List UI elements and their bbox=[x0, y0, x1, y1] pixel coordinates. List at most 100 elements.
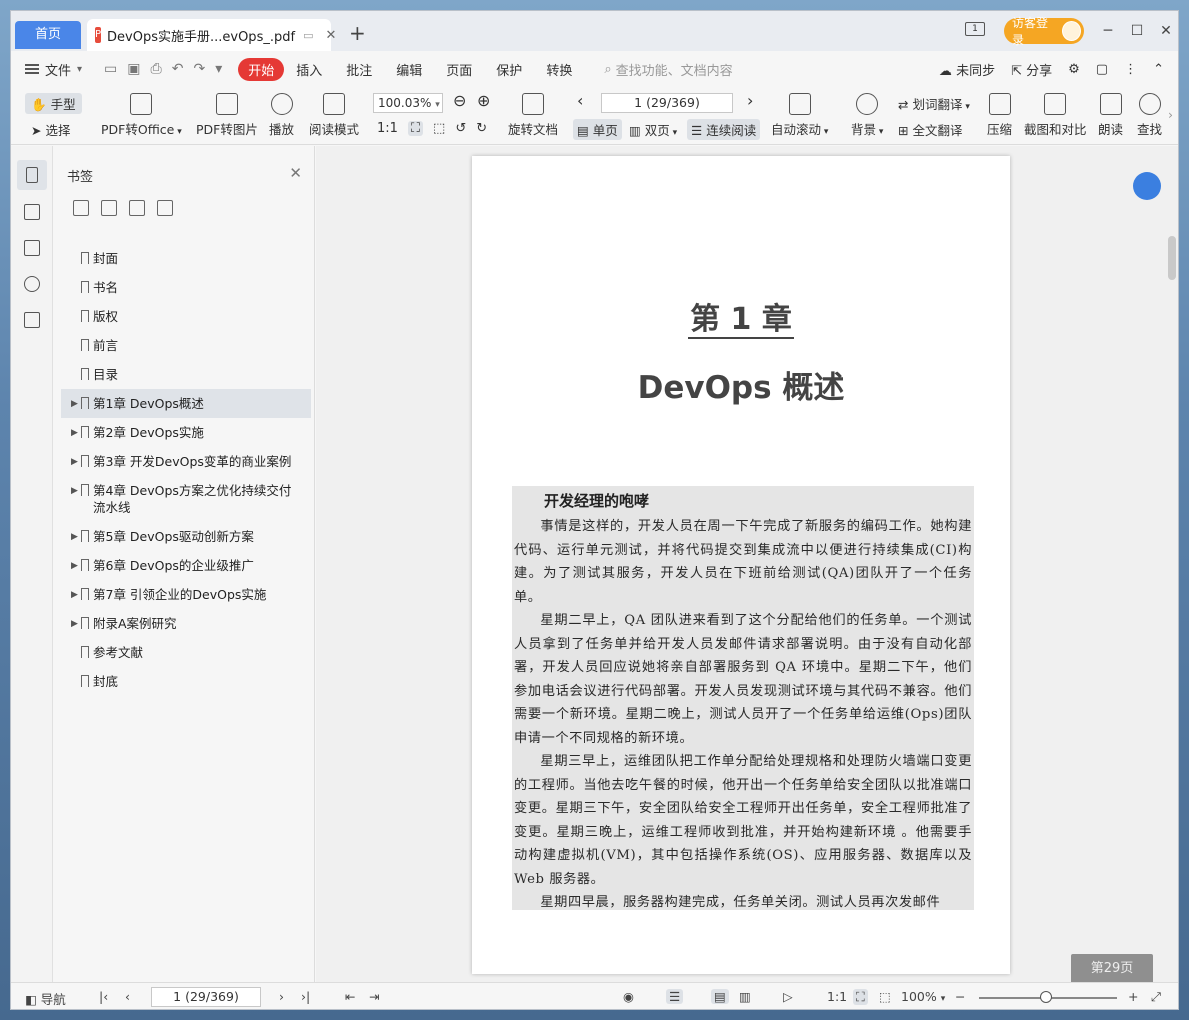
close-window-button[interactable]: ✕ bbox=[1156, 21, 1176, 41]
find-button[interactable]: 查找 bbox=[1137, 93, 1162, 138]
file-menu[interactable]: 文件 ▾ bbox=[11, 60, 94, 79]
single-page-button[interactable]: ▤ 单页 bbox=[573, 119, 622, 140]
expand-arrow-icon[interactable]: ▶ bbox=[71, 587, 78, 604]
more-icon[interactable]: ⋮ bbox=[1124, 62, 1137, 77]
bookmark-item[interactable]: ▶ 第2章 DevOps实施 bbox=[61, 418, 311, 447]
zoom-select[interactable]: 100.03% ▾ bbox=[373, 93, 443, 113]
bookmark-item[interactable]: ▶ 第7章 引领企业的DevOps实施 bbox=[61, 580, 311, 609]
read-mode-button[interactable]: 阅读模式 bbox=[309, 93, 359, 138]
play-button[interactable]: 播放 bbox=[269, 93, 294, 138]
bookmark-item[interactable]: 目录 bbox=[61, 360, 311, 389]
bookmark-item[interactable]: 书名 bbox=[61, 273, 311, 302]
first-page-icon[interactable]: |‹ bbox=[99, 989, 108, 1004]
background-button[interactable]: 背景 ▾ bbox=[851, 93, 883, 138]
status-page-input[interactable]: 1 (29/369) bbox=[151, 987, 261, 1007]
tab-home[interactable]: 首页 bbox=[15, 21, 81, 49]
select-tool-button[interactable]: ➤ 选择 bbox=[31, 120, 70, 139]
vertical-scrollbar[interactable] bbox=[1168, 236, 1176, 280]
new-tab-button[interactable]: + bbox=[349, 23, 366, 43]
double-page-mode-icon[interactable]: ▥ bbox=[739, 989, 751, 1004]
bookmark-item[interactable]: ▶ 第1章 DevOps概述 bbox=[61, 389, 311, 418]
next-page-icon[interactable]: › bbox=[279, 989, 284, 1004]
bookmark-item[interactable]: ▶ 附录A案例研究 bbox=[61, 609, 311, 638]
menu-edit[interactable]: 编辑 bbox=[384, 60, 434, 79]
minimize-button[interactable]: ─ bbox=[1098, 21, 1118, 41]
menu-annotate[interactable]: 批注 bbox=[334, 60, 384, 79]
screenshot-compare-button[interactable]: 截图和对比 bbox=[1024, 93, 1087, 138]
rotate-document-button[interactable]: 旋转文档 bbox=[508, 93, 558, 138]
undo-icon[interactable]: ↶ bbox=[172, 61, 184, 77]
close-icon[interactable]: ✕ bbox=[289, 164, 302, 182]
feature-search[interactable]: ⌕ 查找功能、文档内容 bbox=[604, 60, 732, 79]
expand-arrow-icon[interactable]: ▶ bbox=[71, 454, 78, 471]
bookmark-icon[interactable] bbox=[26, 167, 38, 183]
add-bookmark-icon[interactable] bbox=[129, 200, 145, 216]
bookmark-item[interactable]: 封底 bbox=[61, 667, 311, 696]
actual-size-icon[interactable]: 1:1 bbox=[377, 121, 398, 136]
zoom-out-icon[interactable]: − bbox=[955, 989, 965, 1004]
print-icon[interactable]: ⎙ bbox=[151, 61, 162, 77]
fit-width-icon[interactable]: ⬚ bbox=[879, 989, 891, 1004]
tab-pin-icon[interactable]: ▭ bbox=[303, 29, 313, 42]
zoom-level[interactable]: 100% ▾ bbox=[901, 989, 945, 1004]
share-button[interactable]: ⇱ 分享 bbox=[1011, 60, 1052, 79]
compress-button[interactable]: 压缩 bbox=[987, 93, 1012, 138]
window-layout-icon[interactable]: 1 bbox=[965, 22, 985, 36]
comment-icon[interactable] bbox=[24, 240, 40, 256]
word-translate-button[interactable]: ⇄ 划词翻译 ▾ bbox=[898, 94, 970, 113]
thumbnail-icon[interactable] bbox=[24, 204, 40, 220]
settings-icon[interactable]: ⚙ bbox=[1068, 62, 1080, 77]
collapse-all-icon[interactable] bbox=[101, 200, 117, 216]
forward-icon[interactable]: ⇥ bbox=[369, 989, 379, 1004]
delete-bookmark-icon[interactable] bbox=[157, 200, 173, 216]
bookmark-item[interactable]: 封面 bbox=[61, 244, 311, 273]
bookmark-item[interactable]: ▶ 第3章 开发DevOps变革的商业案例 bbox=[61, 447, 311, 476]
prev-page-icon[interactable]: ‹ bbox=[125, 989, 130, 1004]
fit-page-icon[interactable]: ⛶ bbox=[853, 989, 868, 1005]
bookmark-item[interactable]: ▶ 第6章 DevOps的企业级推广 bbox=[61, 551, 311, 580]
maximize-button[interactable]: ☐ bbox=[1127, 21, 1147, 41]
zoom-in-icon[interactable]: ⊕ bbox=[477, 91, 490, 110]
page-number-input[interactable]: 1 (29/369) bbox=[601, 93, 733, 113]
actual-size-icon[interactable]: 1:1 bbox=[827, 989, 847, 1004]
expand-arrow-icon[interactable]: ▶ bbox=[71, 425, 78, 442]
document-viewport[interactable]: 第 1 章 DevOps 概述 开发经理的咆哮 事情是这样的，开发人员在周一下午… bbox=[316, 146, 1178, 984]
single-page-mode-icon[interactable]: ▤ bbox=[711, 989, 729, 1004]
pdf-to-office-button[interactable]: PDF转Office ▾ bbox=[101, 93, 182, 138]
ribbon-more-icon[interactable]: › bbox=[1168, 107, 1173, 122]
sync-status[interactable]: ☁ 未同步 bbox=[939, 60, 995, 79]
back-icon[interactable]: ⇤ bbox=[345, 989, 355, 1004]
bookmark-item[interactable]: 参考文献 bbox=[61, 638, 311, 667]
last-page-icon[interactable]: ›| bbox=[301, 989, 310, 1004]
customize-dropdown-icon[interactable]: ▾ bbox=[215, 61, 222, 77]
signature-icon[interactable] bbox=[24, 312, 40, 328]
save-icon[interactable]: ▣ bbox=[127, 61, 140, 77]
continuous-mode-icon[interactable]: ☰ bbox=[666, 989, 684, 1004]
close-tab-icon[interactable]: ✕ bbox=[325, 28, 336, 43]
full-translate-button[interactable]: ⊞ 全文翻译 bbox=[898, 120, 962, 139]
visitor-login-button[interactable]: 访客登录 bbox=[1004, 16, 1084, 47]
fullscreen-icon[interactable]: ⤢ bbox=[1151, 989, 1161, 1005]
menu-start[interactable]: 开始 bbox=[238, 57, 285, 81]
attachment-icon[interactable] bbox=[24, 276, 40, 292]
bookmark-item[interactable]: 版权 bbox=[61, 302, 311, 331]
expand-arrow-icon[interactable]: ▶ bbox=[71, 616, 78, 633]
zoom-out-icon[interactable]: ⊖ bbox=[453, 91, 466, 110]
double-page-button[interactable]: ▥ 双页 ▾ bbox=[629, 120, 677, 139]
rotate-right-icon[interactable]: ↻ bbox=[476, 121, 487, 136]
hand-tool-button[interactable]: ✋ 手型 bbox=[25, 93, 82, 114]
open-folder-icon[interactable]: ▭ bbox=[104, 61, 117, 77]
auto-scroll-button[interactable]: 自动滚动 ▾ bbox=[771, 93, 828, 138]
zoom-slider-handle[interactable] bbox=[1040, 991, 1052, 1003]
floating-tool-button[interactable] bbox=[1133, 172, 1161, 200]
expand-all-icon[interactable] bbox=[73, 200, 89, 216]
menu-page[interactable]: 页面 bbox=[434, 60, 484, 79]
bookmark-item[interactable]: ▶ 第5章 DevOps驱动创新方案 bbox=[61, 522, 311, 551]
fit-page-icon[interactable]: ⛶ bbox=[407, 121, 424, 136]
nav-toggle-button[interactable]: ◧ 导航 bbox=[25, 989, 66, 1008]
bookmark-item[interactable]: ▶ 第4章 DevOps方案之优化持续交付流水线 bbox=[61, 476, 311, 522]
pdf-to-image-button[interactable]: PDF转图片 bbox=[196, 93, 258, 138]
menu-protect[interactable]: 保护 bbox=[484, 60, 534, 79]
rotate-left-icon[interactable]: ↺ bbox=[455, 121, 466, 136]
collapse-ribbon-icon[interactable]: ⌃ bbox=[1153, 62, 1164, 77]
